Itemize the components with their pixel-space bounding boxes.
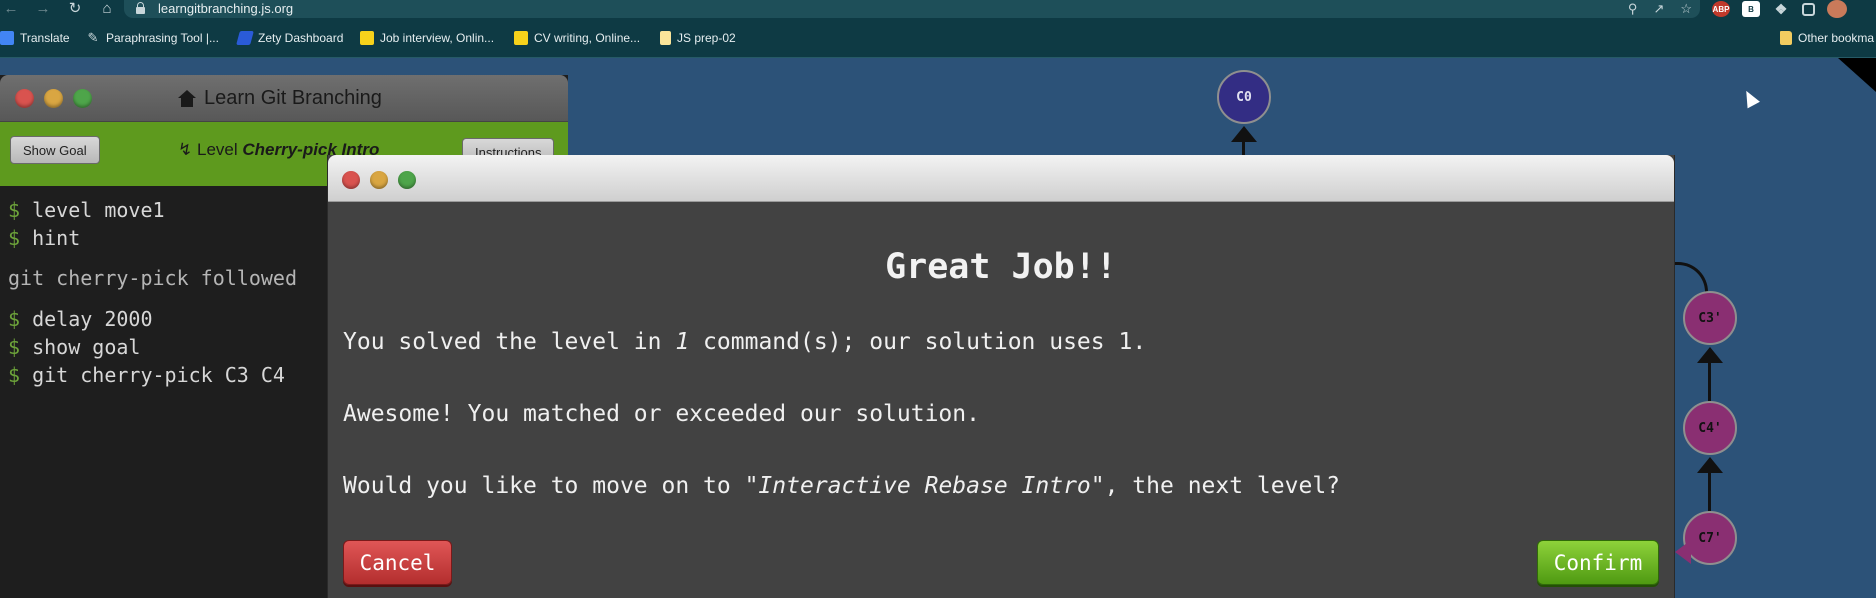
miro-icon bbox=[360, 31, 374, 45]
window-controls bbox=[342, 171, 416, 189]
home-icon bbox=[178, 90, 196, 107]
translate-icon bbox=[0, 31, 14, 45]
commit-node-c7-prime[interactable]: C7' bbox=[1683, 511, 1737, 565]
command-text: git cherry-pick C3 C4 bbox=[32, 363, 285, 387]
forward-icon[interactable]: → bbox=[34, 0, 52, 18]
bookmark-js-prep[interactable]: JS prep-02 bbox=[660, 30, 736, 46]
side-panel-icon[interactable] bbox=[1802, 2, 1815, 16]
extensions-puzzle-icon[interactable]: ❖ bbox=[1772, 1, 1790, 17]
bookmark-translate[interactable]: Translate bbox=[0, 30, 70, 46]
terminal-line: $ show goal bbox=[8, 335, 140, 359]
prompt-symbol: $ bbox=[8, 226, 21, 250]
browser-toolbar: ← → ↻ ⌂ learngitbranching.js.org ⚲ ↗ ☆ A… bbox=[0, 0, 1876, 18]
bookmark-zety[interactable]: Zety Dashboard bbox=[236, 30, 344, 46]
lock-icon bbox=[136, 2, 145, 14]
confirm-button[interactable]: Confirm bbox=[1537, 540, 1659, 585]
maximize-icon[interactable] bbox=[398, 171, 416, 189]
prompt-text: Would you like to move on to bbox=[343, 473, 745, 499]
prompt-symbol: $ bbox=[8, 198, 21, 222]
level-prefix: Level bbox=[196, 140, 238, 159]
miro-icon bbox=[514, 31, 528, 45]
hint-text: git cherry-pick followed bbox=[8, 266, 297, 290]
terminal-line: $ delay 2000 bbox=[8, 307, 153, 331]
address-bar[interactable]: learngitbranching.js.org ⚲ ↗ ☆ bbox=[124, 0, 1700, 18]
prompt-symbol: $ bbox=[8, 363, 21, 387]
next-level-name: "Interactive Rebase Intro" bbox=[744, 473, 1105, 499]
command-text: hint bbox=[32, 226, 81, 250]
mouse-cursor-icon bbox=[1740, 87, 1760, 109]
prompt-symbol: $ bbox=[8, 335, 21, 359]
minimize-icon[interactable] bbox=[44, 89, 63, 108]
bookmark-label: Job interview, Onlin... bbox=[380, 31, 495, 45]
bookmark-cv-writing[interactable]: CV writing, Online... bbox=[514, 30, 640, 46]
share-icon[interactable]: ↗ bbox=[1653, 1, 1664, 17]
star-icon[interactable]: ☆ bbox=[1680, 1, 1692, 17]
command-count: 1 bbox=[675, 329, 690, 355]
solution-summary: You solved the level in 1 command(s); ou… bbox=[343, 329, 1146, 355]
dialog-heading: Great Job!! bbox=[885, 247, 1117, 287]
lightning-icon: ↯ bbox=[178, 140, 193, 159]
zety-icon bbox=[236, 31, 254, 45]
command-text: delay 2000 bbox=[32, 307, 153, 331]
bookmark-label: Other bookma bbox=[1798, 31, 1875, 45]
show-goal-button[interactable]: Show Goal bbox=[10, 136, 100, 164]
commit-node-c0[interactable]: C0 bbox=[1217, 70, 1271, 124]
window-controls bbox=[15, 89, 92, 108]
prompt-text: , the next level? bbox=[1104, 473, 1341, 499]
bookmark-label: Paraphrasing Tool |... bbox=[106, 31, 219, 45]
back-icon[interactable]: ← bbox=[2, 0, 20, 18]
bookmark-label: Translate bbox=[20, 31, 70, 45]
extensions-bar: ABP B ❖ bbox=[1712, 0, 1847, 18]
maximize-icon[interactable] bbox=[73, 89, 92, 108]
prompt-symbol: $ bbox=[8, 307, 21, 331]
reload-icon[interactable]: ↻ bbox=[66, 0, 84, 18]
profile-avatar[interactable] bbox=[1827, 0, 1847, 18]
zoom-icon[interactable]: ⚲ bbox=[1628, 1, 1638, 17]
bookmark-other[interactable]: Other bookma bbox=[1780, 30, 1874, 46]
quill-icon: ✎ bbox=[87, 30, 99, 45]
summary-text: command(s); our solution uses 1. bbox=[689, 329, 1147, 355]
bookmark-label: JS prep-02 bbox=[677, 31, 736, 45]
summary-text: You solved the level in bbox=[343, 329, 676, 355]
bookmark-job-interview[interactable]: Job interview, Onlin... bbox=[360, 30, 494, 46]
adblock-icon[interactable]: ABP bbox=[1712, 1, 1730, 17]
app-title: Learn Git Branching bbox=[178, 87, 382, 110]
home-icon[interactable]: ⌂ bbox=[98, 0, 116, 18]
browser-nav: ← → ↻ ⌂ bbox=[0, 0, 116, 18]
corner-ribbon bbox=[1838, 58, 1876, 92]
command-text: level move1 bbox=[32, 198, 165, 222]
dialog-titlebar bbox=[328, 155, 1674, 202]
edge-line bbox=[1708, 471, 1711, 511]
cancel-button[interactable]: Cancel bbox=[343, 540, 452, 585]
bookmark-paraphrasing[interactable]: ✎ Paraphrasing Tool |... bbox=[86, 30, 219, 46]
folder-icon bbox=[1780, 31, 1792, 45]
terminal-line: $ hint bbox=[8, 226, 80, 250]
b-extension-icon[interactable]: B bbox=[1742, 1, 1760, 17]
next-level-prompt: Would you like to move on to "Interactiv… bbox=[343, 473, 1340, 499]
app-title-text: Learn Git Branching bbox=[204, 87, 382, 109]
solution-feedback: Awesome! You matched or exceeded our sol… bbox=[343, 401, 980, 427]
commit-node-c3-prime[interactable]: C3' bbox=[1683, 291, 1737, 345]
bookmark-label: Zety Dashboard bbox=[258, 31, 344, 45]
minimize-icon[interactable] bbox=[370, 171, 388, 189]
command-text: show goal bbox=[32, 335, 141, 359]
close-icon[interactable] bbox=[15, 89, 34, 108]
commit-node-c4-prime[interactable]: C4' bbox=[1683, 401, 1737, 455]
address-bar-actions: ⚲ ↗ ☆ bbox=[1628, 0, 1692, 18]
url-text[interactable]: learngitbranching.js.org bbox=[158, 1, 293, 16]
level-complete-dialog: Great Job!! You solved the level in 1 co… bbox=[327, 155, 1675, 598]
bookmarks-bar: Translate ✎ Paraphrasing Tool |... Zety … bbox=[0, 18, 1876, 58]
terminal-line: $ level move1 bbox=[8, 198, 165, 222]
close-icon[interactable] bbox=[342, 171, 360, 189]
terminal-titlebar: Learn Git Branching bbox=[0, 75, 568, 122]
bookmark-label: CV writing, Online... bbox=[534, 31, 641, 45]
edge-line bbox=[1708, 361, 1711, 401]
branch-pointer-icon bbox=[1675, 540, 1691, 564]
note-icon bbox=[660, 31, 671, 45]
terminal-line: $ git cherry-pick C3 C4 bbox=[8, 363, 285, 387]
